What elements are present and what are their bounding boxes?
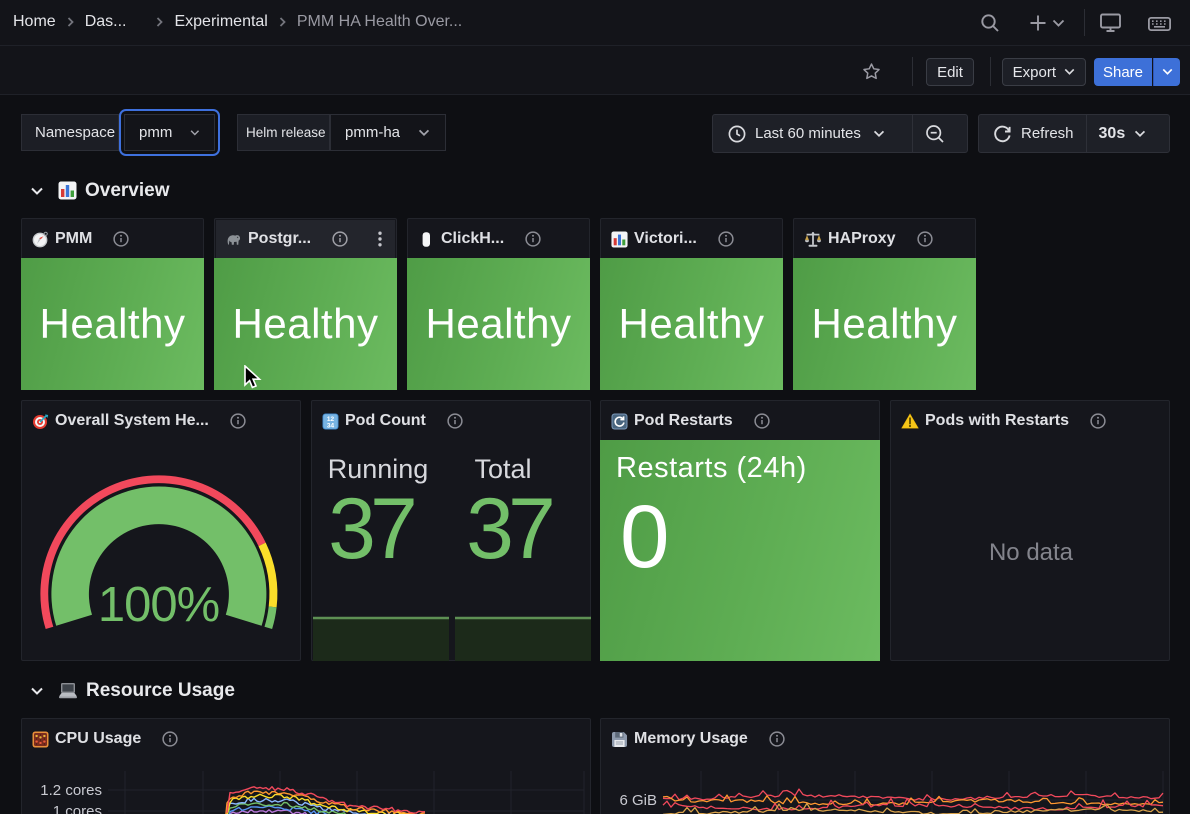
- svg-text:34: 34: [327, 422, 335, 429]
- svg-text:100%: 100%: [98, 578, 219, 632]
